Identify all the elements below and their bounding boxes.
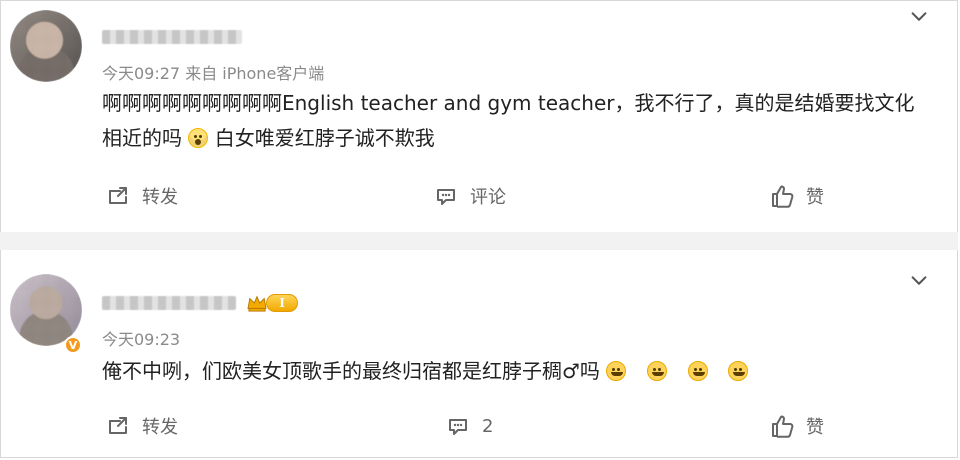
comment-label: 评论	[470, 187, 506, 208]
shocked-emoji-icon	[188, 128, 209, 148]
comment-card-1: 今天09:27 来自 iPhone客户端 啊啊啊啊啊啊啊啊啊English te…	[0, 0, 958, 232]
repost-icon	[109, 187, 127, 204]
like-button[interactable]: 赞	[768, 182, 824, 210]
comment-icon	[437, 189, 455, 205]
crying-emoji-icon	[728, 361, 749, 381]
comment-text-part-3: 白女唯爱红脖子诚不欺我	[214, 126, 435, 150]
chevron-down-icon[interactable]	[908, 6, 930, 28]
avatar[interactable]	[10, 10, 82, 82]
action-bar: 转发 评论 赞	[0, 182, 958, 222]
thread-divider	[0, 232, 958, 250]
comment-icon	[449, 419, 467, 435]
timestamp-source: 今天09:27 来自 iPhone客户端	[102, 64, 325, 83]
like-icon	[772, 185, 794, 208]
username-redacted[interactable]	[102, 296, 236, 310]
comment-text-part-1: 啊啊啊啊啊啊啊啊啊English teacher and gym teacher…	[102, 91, 915, 115]
action-bar: 转发 2 赞	[0, 412, 958, 452]
comment-card-2: V I 今天09:23 俺不中咧，们欧美女顶歌手的最终归宿都是红脖子稠♂吗 转发	[0, 250, 958, 458]
comment-text-part-2: 相近的吗	[102, 126, 182, 150]
repost-icon	[109, 417, 127, 434]
like-button[interactable]: 赞	[768, 412, 824, 440]
crying-emoji-icon	[687, 361, 708, 381]
comment-text: 俺不中咧，们欧美女顶歌手的最终归宿都是红脖子稠♂吗	[102, 354, 942, 389]
like-label: 赞	[806, 187, 824, 208]
repost-label: 转发	[142, 187, 178, 208]
comment-count: 2	[482, 415, 494, 437]
like-label: 赞	[806, 417, 824, 438]
username-redacted[interactable]	[102, 30, 242, 44]
like-icon	[772, 415, 794, 438]
crown-icon	[247, 295, 267, 312]
repost-button[interactable]: 转发	[104, 182, 178, 210]
repost-label: 转发	[142, 417, 178, 438]
verified-icon: V	[64, 336, 82, 354]
crying-emoji-icon	[606, 361, 627, 381]
avatar-image	[10, 10, 82, 82]
comment-button[interactable]: 评论	[432, 182, 506, 210]
level-badge: I	[266, 294, 298, 312]
chevron-down-icon[interactable]	[908, 270, 930, 292]
timestamp: 今天09:23	[102, 330, 181, 349]
comment-button[interactable]: 2	[444, 412, 493, 440]
crying-emoji-icon	[647, 361, 668, 381]
comment-text-body: 俺不中咧，们欧美女顶歌手的最终归宿都是红脖子稠♂吗	[102, 359, 600, 383]
repost-button[interactable]: 转发	[104, 412, 178, 440]
comment-text: 啊啊啊啊啊啊啊啊啊English teacher and gym teacher…	[102, 86, 942, 156]
